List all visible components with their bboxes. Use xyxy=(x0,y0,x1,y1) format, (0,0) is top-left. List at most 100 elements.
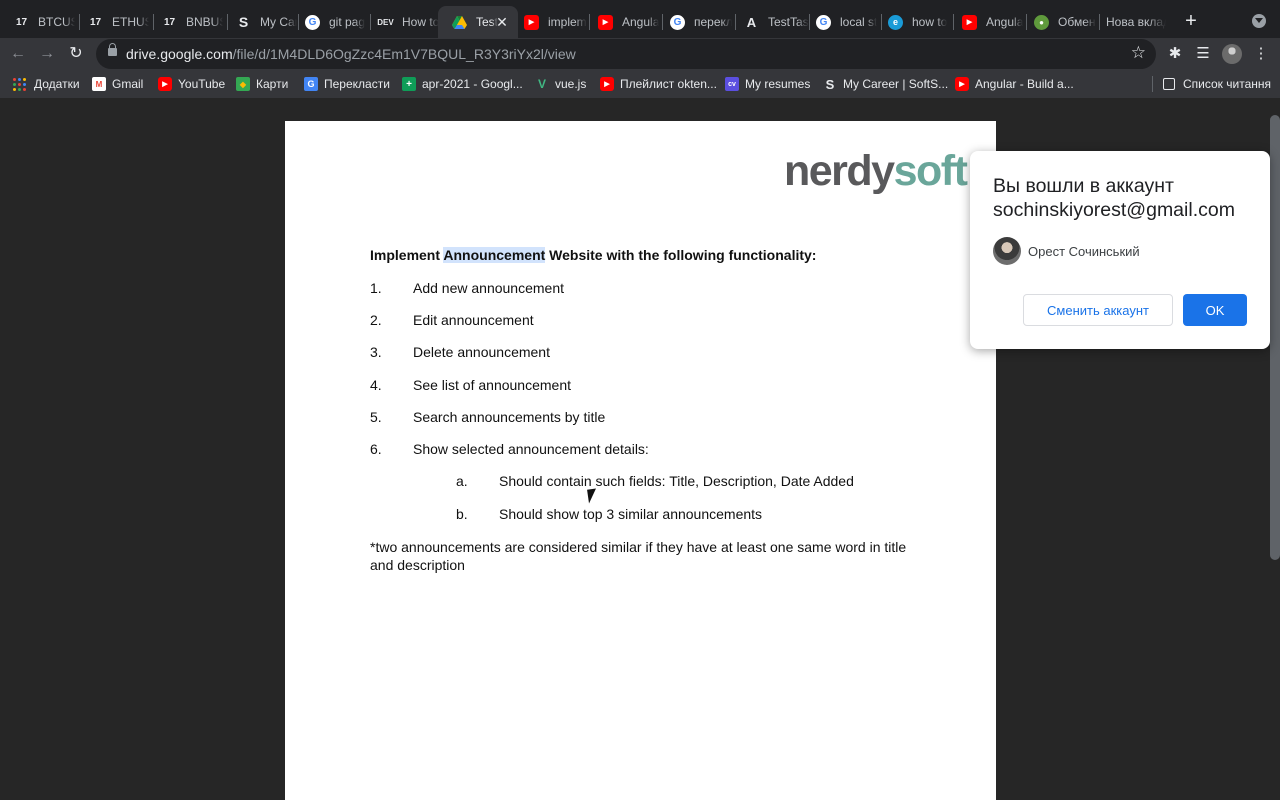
bookmark-translate[interactable]: G Перекласти xyxy=(304,76,390,92)
vue-icon: V xyxy=(537,77,546,91)
reading-list-button[interactable]: Список читання xyxy=(1163,76,1271,92)
tab-angular[interactable]: ▶ Angula xyxy=(584,6,661,38)
list-number: 5. xyxy=(370,409,382,425)
document-page: nerdysoft Implement Announcement Website… xyxy=(285,121,996,800)
bookmark-gmail[interactable]: M Gmail xyxy=(92,76,143,92)
bookmark-star-icon[interactable]: ☆ xyxy=(1131,43,1146,63)
tab-new-tab[interactable]: Нова вклад xyxy=(1092,6,1166,38)
tab-bnbus[interactable]: 17BNBUS xyxy=(148,6,223,38)
tab-how-to-dev[interactable]: DEV How to xyxy=(364,6,442,38)
tab-test-active[interactable]: Test ✕ xyxy=(438,6,518,38)
reload-icon[interactable]: ↻ xyxy=(66,44,86,64)
bookmark-vue[interactable]: Vvue.js xyxy=(535,76,586,92)
tab-search-icon[interactable] xyxy=(1252,14,1266,28)
tab-local-storage[interactable]: Glocal st xyxy=(802,6,880,38)
tab-how-to[interactable]: e how to xyxy=(874,6,952,38)
tab-btcus[interactable]: 17 BTCUS xyxy=(0,6,75,38)
address-bar[interactable]: drive.google.com/file/d/1M4DLD6OgZzc4Em1… xyxy=(96,39,1156,69)
tab-implement[interactable]: ▶ implem xyxy=(510,6,587,38)
bookmark-apps[interactable]: Додатки xyxy=(13,76,80,92)
media-control-icon[interactable]: ☰ xyxy=(1193,44,1213,64)
browser-toolbar: ← → ↻ drive.google.com/file/d/1M4DLD6OgZ… xyxy=(0,38,1280,70)
softserve-icon: S xyxy=(825,76,835,92)
youtube-icon: ▶ xyxy=(158,77,172,91)
list-item: Add new announcement xyxy=(413,280,564,296)
google-icon: G xyxy=(816,14,831,30)
user-avatar xyxy=(993,237,1021,265)
popup-title: Вы вошли в аккаунт sochinskiyorest@gmail.… xyxy=(993,175,1235,221)
apps-icon xyxy=(13,77,26,91)
tradingview-icon: 17 xyxy=(163,16,176,28)
bookmark-youtube[interactable]: ▶ YouTube xyxy=(158,76,225,92)
maps-icon: ◆ xyxy=(236,77,250,91)
bookmarks-separator xyxy=(1152,76,1153,92)
url-text: drive.google.com/file/d/1M4DLD6OgZzc4Em1… xyxy=(126,46,576,62)
tradingview-icon: 17 xyxy=(15,16,28,28)
page-scrollbar[interactable] xyxy=(1270,115,1280,560)
bookmarks-bar: Додатки M Gmail ▶ YouTube ◆ Карти G Переклас… xyxy=(0,70,1280,98)
user-name: Орест Сочинський xyxy=(1028,244,1140,259)
bookmark-angular[interactable]: ▶ Angular - Build a... xyxy=(955,76,1074,92)
google-icon: G xyxy=(305,14,320,30)
list-item: See list of announcement xyxy=(413,377,571,393)
tab-testtask[interactable]: A TestTas xyxy=(730,6,810,38)
sublist-letter: a. xyxy=(456,473,468,489)
bookmark-resumes[interactable]: cv My resumes xyxy=(725,76,810,92)
tab-ethus[interactable]: 17 ETHUS xyxy=(74,6,149,38)
bookmark-sheets[interactable]: + apr-2021 - Googl... xyxy=(402,76,523,92)
list-number: 1. xyxy=(370,280,382,296)
tab-my-career[interactable]: S My Car xyxy=(222,6,297,38)
menu-icon[interactable]: ⋮ xyxy=(1251,44,1271,64)
reading-list-icon xyxy=(1163,78,1175,90)
google-drive-icon xyxy=(452,15,467,30)
ok-button[interactable]: OK xyxy=(1183,294,1247,326)
tradingview-icon: 17 xyxy=(89,16,102,28)
sublist-item: Should contain such fields: Title, Descr… xyxy=(499,473,854,489)
edge-icon: e xyxy=(888,14,903,30)
gmail-icon: M xyxy=(92,77,106,91)
youtube-icon: ▶ xyxy=(524,14,539,30)
list-number: 4. xyxy=(370,377,382,393)
sublist-item: Should show top 3 similar announcements xyxy=(499,506,763,522)
sublist-letter: b. xyxy=(456,506,468,522)
document-footnote: *two announcements are considered simila… xyxy=(370,539,907,573)
nerdysoft-logo: nerdysoft xyxy=(784,147,968,195)
softserve-icon: S xyxy=(238,14,249,30)
document-heading: Implement Announcement Website with the … xyxy=(370,247,817,263)
profile-avatar[interactable] xyxy=(1222,44,1242,64)
tab-angular-2[interactable]: ▶ Angula xyxy=(948,6,1025,38)
extensions-icon[interactable]: ✱ xyxy=(1165,44,1185,64)
forward-icon[interactable]: → xyxy=(37,44,57,64)
switch-account-button[interactable]: Сменить аккаунт xyxy=(1023,294,1173,326)
bookmark-playlist[interactable]: ▶ Плейлист okten... xyxy=(600,76,717,92)
frog-icon: ● xyxy=(1034,14,1049,30)
bookmark-maps[interactable]: ◆ Карти xyxy=(236,76,288,92)
tab-strip: 17BTCUS 17ETHUS 17BNBUS SMy Car Ggit pag… xyxy=(0,0,1280,40)
mouse-cursor-icon xyxy=(587,488,598,504)
translate-icon: G xyxy=(304,77,318,91)
back-icon[interactable]: ← xyxy=(8,44,28,64)
google-icon: G xyxy=(670,14,685,30)
list-number: 6. xyxy=(370,441,382,457)
list-item: Search announcements by title xyxy=(413,409,606,425)
dev-icon: DEV xyxy=(377,17,394,27)
list-item: Show selected announcement details: xyxy=(413,441,649,457)
tab-perekl[interactable]: Gперекл xyxy=(656,6,732,38)
youtube-icon: ▶ xyxy=(598,14,613,30)
new-tab-button[interactable]: + xyxy=(1180,10,1202,32)
youtube-icon: ▶ xyxy=(955,77,969,91)
notion-icon: A xyxy=(746,14,757,30)
bookmark-career[interactable]: S My Career | SoftS... xyxy=(823,76,949,92)
list-item: Delete announcement xyxy=(413,344,550,360)
cv-icon: cv xyxy=(725,77,739,91)
sheets-icon: + xyxy=(402,77,416,91)
youtube-icon: ▶ xyxy=(962,14,977,30)
close-tab-icon[interactable]: ✕ xyxy=(494,14,510,30)
youtube-icon: ▶ xyxy=(600,77,614,91)
lock-icon xyxy=(108,43,117,56)
tab-obmen[interactable]: ● Обмен xyxy=(1020,6,1097,38)
tab-git-pages[interactable]: Ggit pag xyxy=(291,6,366,38)
list-number: 2. xyxy=(370,312,382,328)
list-number: 3. xyxy=(370,344,382,360)
list-item: Edit announcement xyxy=(413,312,534,328)
